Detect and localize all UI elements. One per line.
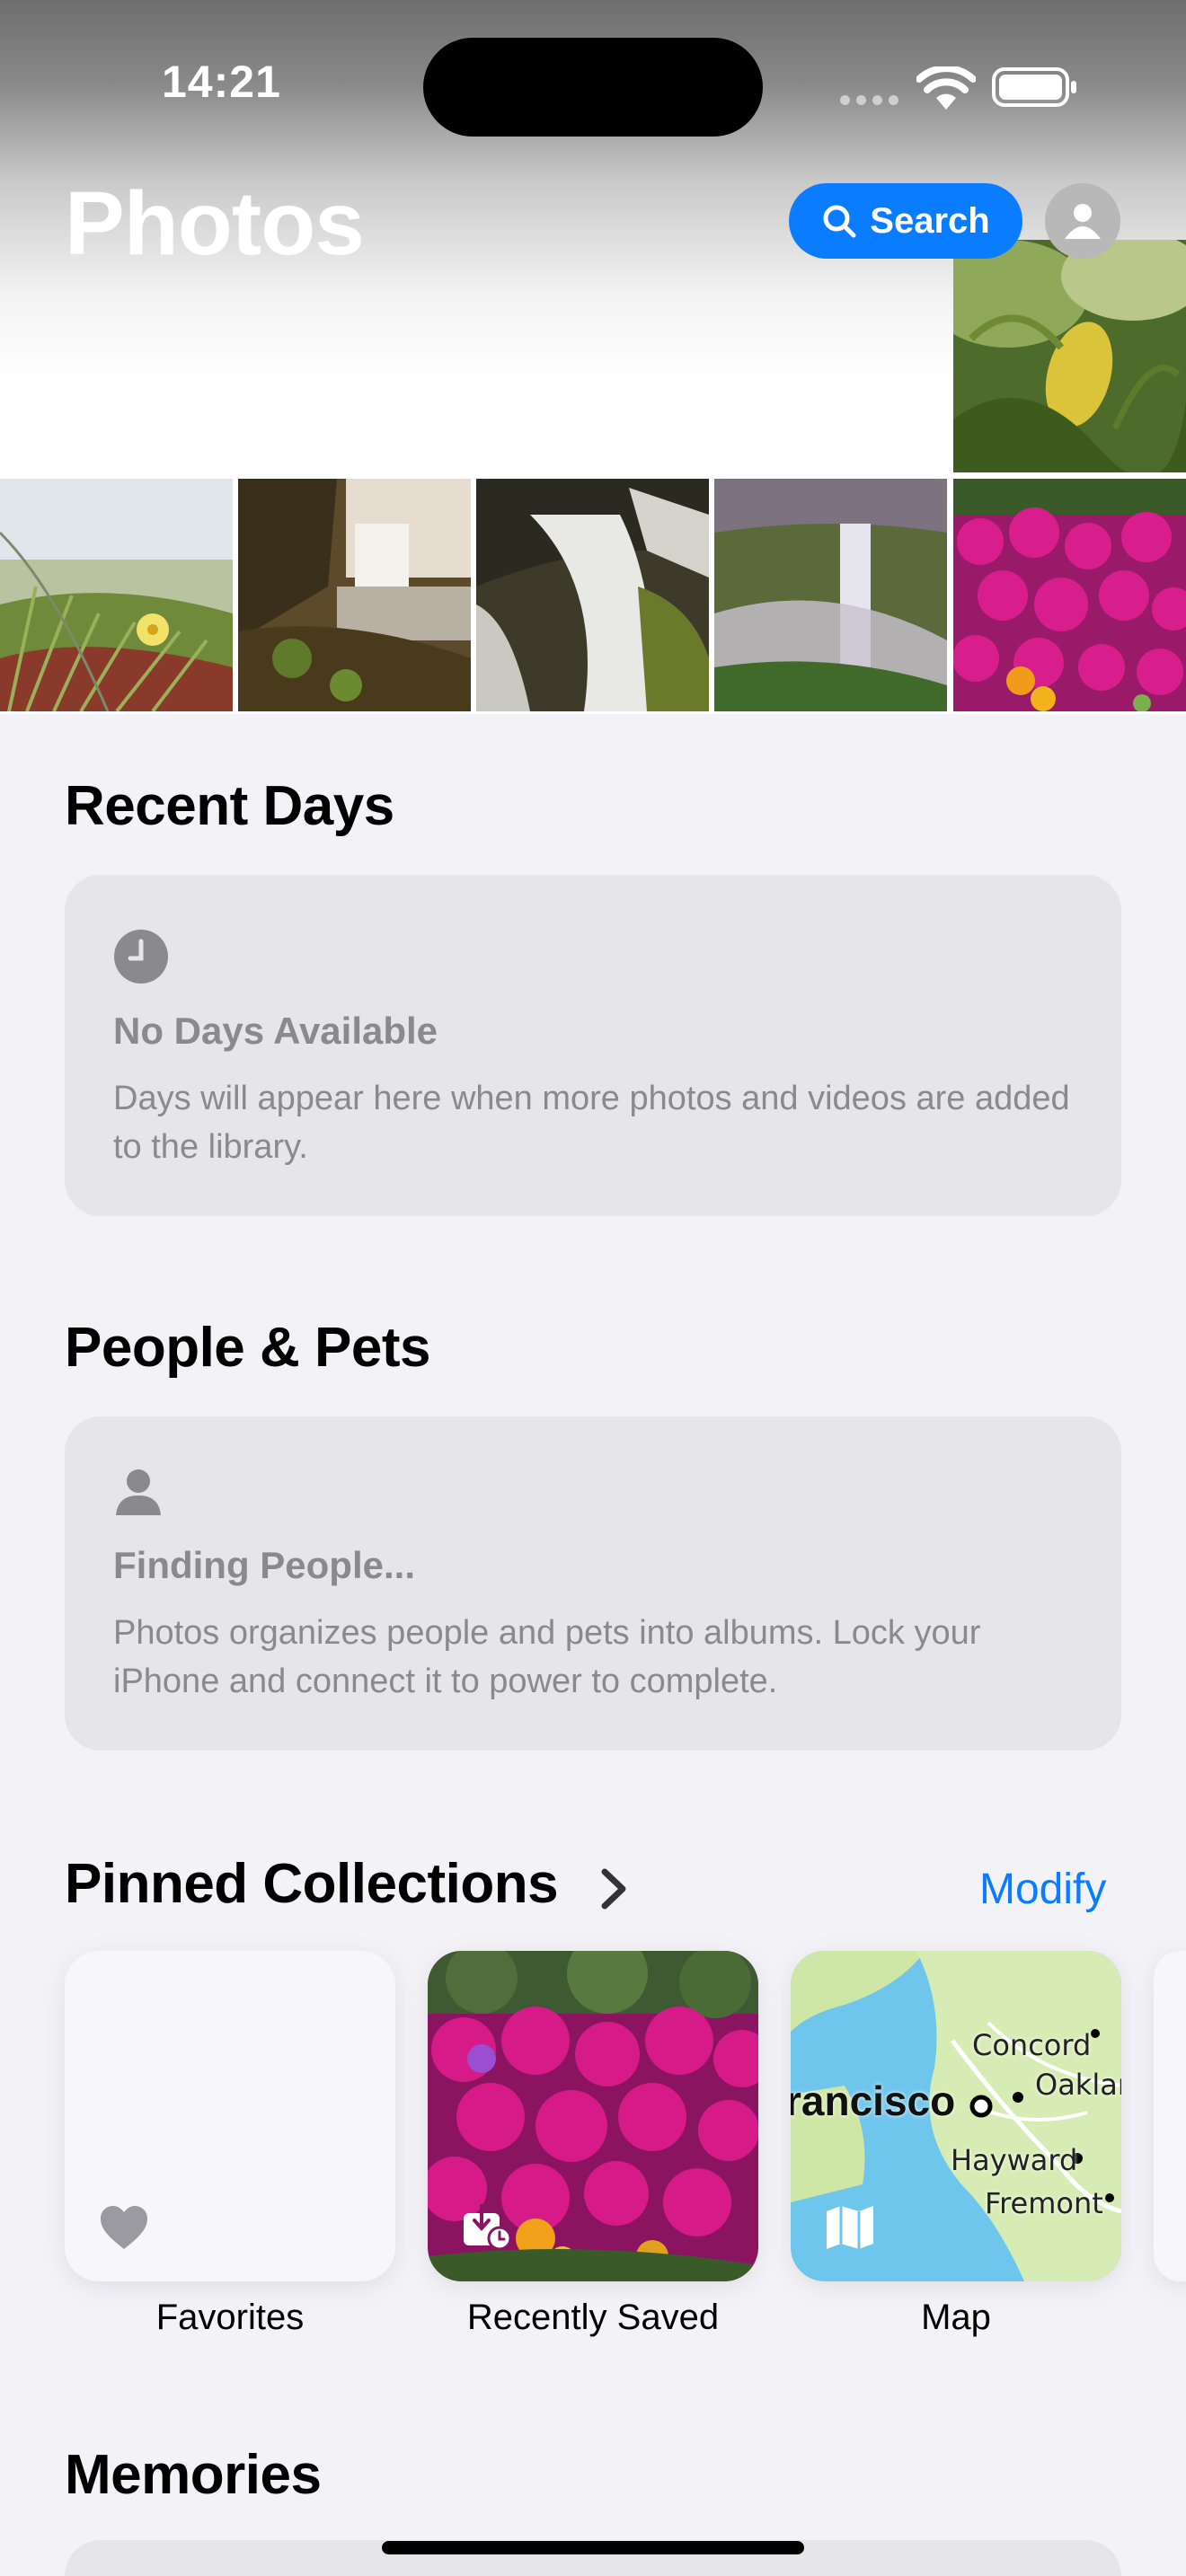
recent-days-title[interactable]: Recent Days — [65, 774, 394, 838]
battery-icon — [992, 67, 1076, 107]
photos-screen: 14:21 Photos Search Recent Days No Days … — [0, 0, 1186, 2576]
home-indicator[interactable] — [382, 2541, 804, 2554]
map-icon — [827, 2206, 873, 2249]
people-pets-card: Finding People... Photos organizes peopl… — [65, 1416, 1121, 1751]
people-pets-card-title: Finding People... — [113, 1544, 415, 1586]
recently-saved-label: Recently Saved — [466, 2298, 720, 2337]
photo-cascade[interactable] — [476, 479, 709, 711]
photo-leaves[interactable] — [953, 240, 1186, 472]
library-grid[interactable]: 14:21 Photos Search — [0, 0, 1186, 714]
recently-saved-icon — [464, 2204, 512, 2251]
page-title: Photos — [65, 173, 365, 274]
photo-pink-flowers[interactable] — [953, 479, 1186, 711]
status-time: 14:21 — [162, 57, 281, 107]
modify-button[interactable]: Modify — [979, 1865, 1106, 1914]
map-label-fremont: Fremont — [985, 2186, 1103, 2220]
search-icon — [823, 205, 856, 238]
search-button-label: Search — [870, 200, 990, 241]
wifi-icon — [916, 66, 976, 110]
recent-days-card-body: Days will appear here when more photos a… — [113, 1080, 1070, 1166]
clock-icon — [114, 930, 168, 984]
recent-days-card-title: No Days Available — [113, 1010, 438, 1052]
next-collection-tile[interactable] — [1154, 1951, 1186, 2281]
memories-title[interactable]: Memories — [65, 2443, 322, 2507]
map-label-hayward: Hayward — [951, 2143, 1078, 2177]
photo-beach-flower[interactable] — [0, 479, 233, 711]
person-icon — [116, 1469, 161, 1515]
dynamic-island — [423, 38, 763, 137]
photo-skogafoss[interactable] — [714, 479, 947, 711]
photo-waterfall-cliff[interactable] — [238, 479, 471, 711]
person-icon — [1065, 204, 1101, 239]
map-label-concord: Concord — [972, 2028, 1092, 2062]
cellular-signal-icon — [840, 93, 905, 110]
recent-days-card: No Days Available Days will appear here … — [65, 875, 1121, 1216]
people-pets-title[interactable]: People & Pets — [65, 1316, 430, 1380]
favorites-label: Favorites — [155, 2298, 305, 2337]
search-button[interactable]: Search — [789, 183, 1022, 259]
map-label-oakland: Oaklan — [1035, 2068, 1121, 2102]
map-label: Map — [921, 2298, 991, 2337]
account-button[interactable] — [1045, 183, 1120, 259]
pinned-collections-title[interactable]: Pinned Collections — [65, 1852, 559, 1916]
favorites-tile[interactable] — [65, 1951, 395, 2281]
chevron-right-icon[interactable] — [597, 1866, 630, 1911]
people-pets-card-body: Photos organizes people and pets into al… — [113, 1614, 981, 1700]
recently-saved-tile[interactable] — [428, 1951, 758, 2281]
map-tile[interactable]: Concord Oaklan rancisco Hayward Fremont — [791, 1951, 1121, 2281]
map-label-san-francisco: rancisco — [791, 2078, 956, 2124]
heart-icon — [101, 2206, 147, 2249]
